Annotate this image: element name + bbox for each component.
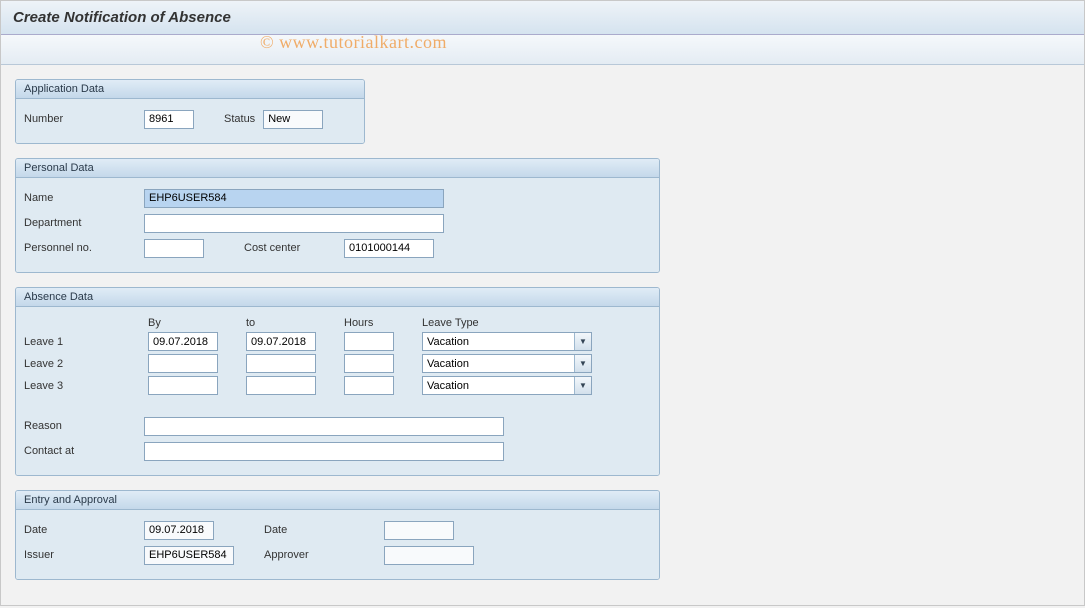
leave2-type[interactable] <box>422 354 592 373</box>
personnel-no-field[interactable] <box>144 239 204 258</box>
approver-field[interactable] <box>384 546 474 565</box>
chevron-down-icon[interactable]: ▼ <box>574 355 591 372</box>
leave-row-2: Leave 2 ▼ <box>24 354 651 373</box>
group-personal-data: Personal Data Name Department Personnel … <box>15 158 660 273</box>
label-leave2: Leave 2 <box>24 358 148 370</box>
leave1-hours[interactable] <box>344 332 394 351</box>
label-approver: Approver <box>264 549 384 561</box>
label-entry-date: Date <box>24 524 144 536</box>
leave3-to[interactable] <box>246 376 316 395</box>
leave1-to[interactable] <box>246 332 316 351</box>
label-reason: Reason <box>24 420 144 432</box>
col-hours: Hours <box>344 317 422 329</box>
chevron-down-icon[interactable]: ▼ <box>574 377 591 394</box>
entry-date-field[interactable] <box>144 521 214 540</box>
leave-row-3: Leave 3 ▼ <box>24 376 651 395</box>
group-header-absence-data: Absence Data <box>16 288 659 307</box>
label-contact: Contact at <box>24 445 144 457</box>
leave2-hours[interactable] <box>344 354 394 373</box>
contact-field[interactable] <box>144 442 504 461</box>
col-leave-type: Leave Type <box>422 317 479 329</box>
label-leave1: Leave 1 <box>24 336 148 348</box>
issuer-field[interactable] <box>144 546 234 565</box>
label-status: Status <box>224 113 255 125</box>
leave2-to[interactable] <box>246 354 316 373</box>
number-field[interactable] <box>144 110 194 129</box>
approval-date-field[interactable] <box>384 521 454 540</box>
col-to: to <box>246 317 344 329</box>
label-personnel-no: Personnel no. <box>24 242 144 254</box>
label-approval-date: Date <box>264 524 384 536</box>
leave-row-1: Leave 1 ▼ <box>24 332 651 351</box>
group-header-entry-approval: Entry and Approval <box>16 491 659 510</box>
label-name: Name <box>24 192 144 204</box>
group-absence-data: Absence Data By to Hours Leave Type Leav… <box>15 287 660 476</box>
col-by: By <box>148 317 246 329</box>
leave2-by[interactable] <box>148 354 218 373</box>
group-entry-approval: Entry and Approval Date Date Issuer Appr… <box>15 490 660 580</box>
toolbar <box>1 35 1084 65</box>
label-issuer: Issuer <box>24 549 144 561</box>
department-field[interactable] <box>144 214 444 233</box>
label-leave3: Leave 3 <box>24 380 148 392</box>
chevron-down-icon[interactable]: ▼ <box>574 333 591 350</box>
leave1-type[interactable] <box>422 332 592 351</box>
label-cost-center: Cost center <box>244 242 344 254</box>
cost-center-field[interactable] <box>344 239 434 258</box>
group-application-data: Application Data Number Status <box>15 79 365 144</box>
group-header-personal-data: Personal Data <box>16 159 659 178</box>
label-department: Department <box>24 217 144 229</box>
status-field[interactable] <box>263 110 323 129</box>
leave3-hours[interactable] <box>344 376 394 395</box>
reason-field[interactable] <box>144 417 504 436</box>
page-title: Create Notification of Absence <box>1 1 1084 35</box>
leave1-by[interactable] <box>148 332 218 351</box>
leave3-type[interactable] <box>422 376 592 395</box>
group-header-application-data: Application Data <box>16 80 364 99</box>
name-field[interactable] <box>144 189 444 208</box>
leave3-by[interactable] <box>148 376 218 395</box>
label-number: Number <box>24 113 144 125</box>
